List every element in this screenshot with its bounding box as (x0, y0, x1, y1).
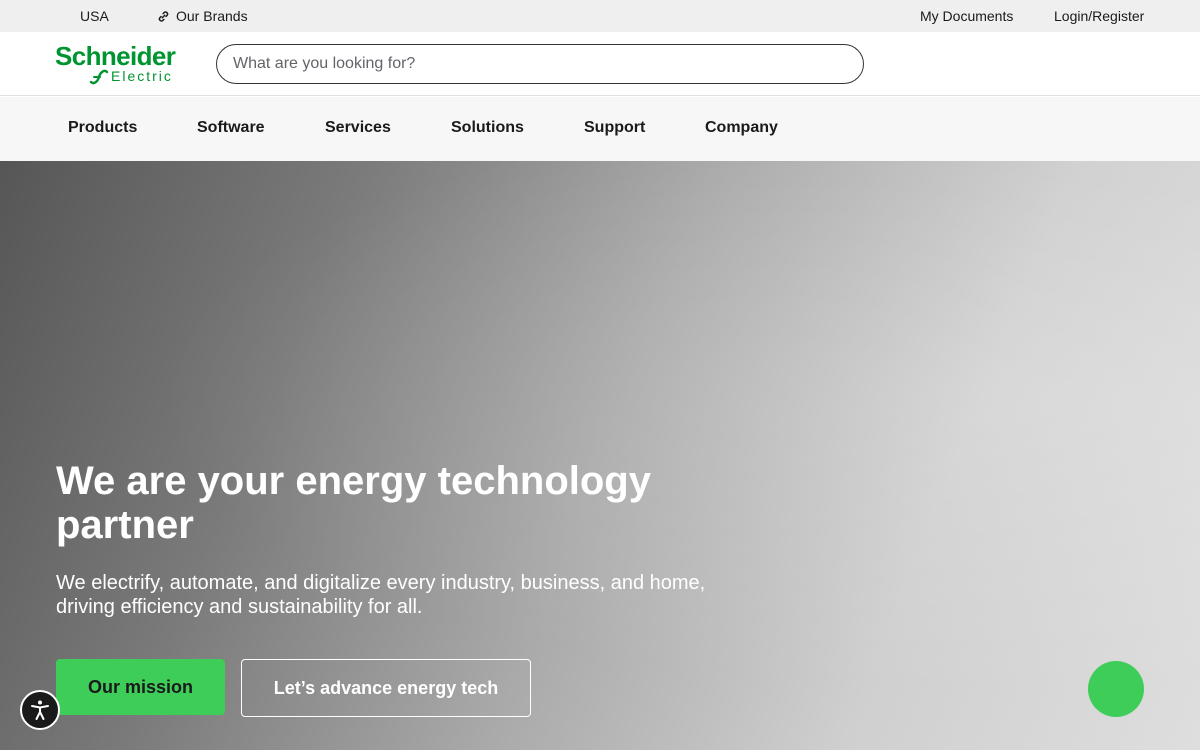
site-header: Schneider Electric (0, 32, 1200, 96)
nav-services[interactable]: Services (325, 118, 391, 138)
nav-solutions[interactable]: Solutions (451, 118, 524, 138)
utility-bar: USA Our Brands My Documents Login/Regist… (0, 0, 1200, 32)
login-register-link[interactable]: Login/Register (1054, 8, 1144, 24)
schneider-electric-logo[interactable]: Schneider Electric (55, 42, 195, 86)
nav-products[interactable]: Products (68, 118, 137, 138)
our-brands-link[interactable]: Our Brands (157, 8, 248, 24)
chat-icon[interactable] (1088, 661, 1144, 717)
hero-title: We are your energy technology partner (56, 459, 651, 547)
nav-company[interactable]: Company (705, 118, 778, 138)
accessibility-button[interactable] (20, 690, 60, 730)
life-is-on-icon (89, 69, 109, 85)
accessibility-icon (31, 700, 49, 720)
logo-subtitle: Electric (111, 68, 173, 84)
our-mission-button[interactable]: Our mission (56, 659, 225, 715)
region-selector[interactable]: USA (80, 8, 109, 24)
nav-software[interactable]: Software (197, 118, 265, 138)
my-documents-link[interactable]: My Documents (920, 8, 1013, 24)
advance-energy-tech-button[interactable]: Let’s advance energy tech (241, 659, 531, 717)
logo-wordmark: Schneider (55, 41, 176, 71)
hero-banner: We are your energy technology partner We… (0, 161, 1200, 750)
search-box[interactable] (216, 44, 864, 84)
main-navigation: Products Software Services Solutions Sup… (0, 97, 1200, 161)
link-icon (158, 10, 169, 22)
nav-support[interactable]: Support (584, 118, 645, 138)
search-input[interactable] (217, 45, 863, 83)
hero-subtitle: We electrify, automate, and digitalize e… (56, 572, 706, 618)
our-brands-label: Our Brands (176, 8, 248, 24)
